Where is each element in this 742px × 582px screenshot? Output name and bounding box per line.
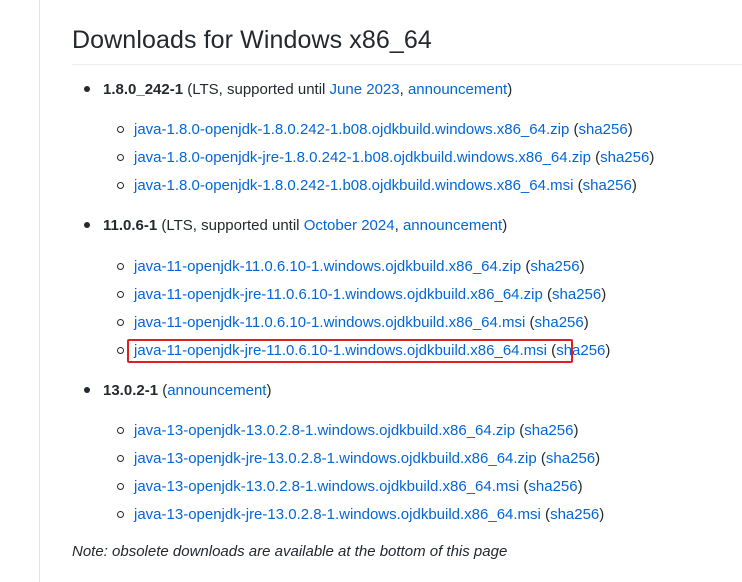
- circle-bullet-icon: [117, 510, 124, 518]
- bullet-icon: [84, 222, 90, 229]
- release-separator: ,: [399, 81, 404, 98]
- circle-bullet-icon: [117, 454, 124, 462]
- release-separator: ,: [394, 217, 399, 234]
- release-suffix: ): [507, 81, 513, 98]
- circle-bullet-icon: [117, 318, 124, 326]
- bullet-icon: [84, 387, 90, 394]
- file-item: java-13-openjdk-13.0.2.8-1.windows.ojdkb…: [117, 476, 583, 498]
- section-heading: Downloads for Windows x86_64: [72, 26, 432, 54]
- file-item: java-1.8.0-openjdk-jre-1.8.0.242-1.b08.o…: [117, 147, 654, 169]
- file-download-link[interactable]: java-13-openjdk-jre-13.0.2.8-1.windows.o…: [134, 506, 541, 523]
- sha256-link[interactable]: sha256: [583, 177, 632, 194]
- bullet-icon: [84, 86, 90, 93]
- sha256-link[interactable]: sha256: [546, 450, 595, 467]
- circle-bullet-icon: [117, 346, 124, 354]
- obsolete-downloads-note: Note: obsolete downloads are available a…: [72, 543, 508, 560]
- circle-bullet-icon: [117, 153, 124, 161]
- release-version: 1.8.0_242-1: [103, 81, 184, 98]
- release-prefix: (LTS, supported until: [161, 217, 304, 234]
- support-link[interactable]: June 2023: [330, 81, 400, 98]
- file-item: java-11-openjdk-jre-11.0.6.10-1.windows.…: [117, 284, 606, 306]
- sha256-link[interactable]: sha256: [524, 422, 573, 439]
- file-item: java-13-openjdk-jre-13.0.2.8-1.windows.o…: [117, 504, 604, 526]
- file-item: java-1.8.0-openjdk-1.8.0.242-1.b08.ojdkb…: [117, 175, 637, 197]
- sha256-link[interactable]: sha256: [578, 121, 627, 138]
- circle-bullet-icon: [117, 181, 124, 189]
- file-download-link-highlighted[interactable]: java-11-openjdk-jre-11.0.6.10-1.windows.…: [134, 342, 547, 359]
- file-download-link[interactable]: java-13-openjdk-13.0.2.8-1.windows.ojdkb…: [134, 422, 515, 439]
- announcement-link[interactable]: announcement: [167, 382, 266, 399]
- file-download-link[interactable]: java-1.8.0-openjdk-jre-1.8.0.242-1.b08.o…: [134, 149, 591, 166]
- support-link[interactable]: October 2024: [304, 217, 395, 234]
- file-download-link[interactable]: java-11-openjdk-11.0.6.10-1.windows.ojdk…: [134, 314, 525, 331]
- circle-bullet-icon: [117, 426, 124, 434]
- release-item-13-0-2: 13.0.2-1 (announcement): [84, 380, 271, 402]
- file-download-link[interactable]: java-13-openjdk-jre-13.0.2.8-1.windows.o…: [134, 450, 537, 467]
- announcement-link[interactable]: announcement: [408, 81, 507, 98]
- file-item-highlighted: java-11-openjdk-jre-11.0.6.10-1.windows.…: [117, 340, 610, 362]
- sha256-link[interactable]: sha256: [535, 314, 584, 331]
- release-item-1-8-0: 1.8.0_242-1 (LTS, supported until June 2…: [84, 79, 512, 101]
- file-item: java-1.8.0-openjdk-1.8.0.242-1.b08.ojdkb…: [117, 119, 633, 141]
- file-download-link[interactable]: java-11-openjdk-jre-11.0.6.10-1.windows.…: [134, 286, 543, 303]
- circle-bullet-icon: [117, 125, 124, 133]
- file-download-link[interactable]: java-13-openjdk-13.0.2.8-1.windows.ojdkb…: [134, 478, 519, 495]
- sha256-link[interactable]: sha256: [556, 342, 605, 359]
- circle-bullet-icon: [117, 262, 124, 270]
- sha256-link[interactable]: sha256: [528, 478, 577, 495]
- sha256-link[interactable]: sha256: [550, 506, 599, 523]
- page-left-border: [39, 0, 40, 582]
- circle-bullet-icon: [117, 482, 124, 490]
- release-suffix: ): [502, 217, 508, 234]
- announcement-link[interactable]: announcement: [403, 217, 502, 234]
- release-version: 11.0.6-1: [103, 217, 158, 234]
- file-item: java-11-openjdk-11.0.6.10-1.windows.ojdk…: [117, 312, 589, 334]
- file-item: java-13-openjdk-jre-13.0.2.8-1.windows.o…: [117, 448, 600, 470]
- file-item: java-13-openjdk-13.0.2.8-1.windows.ojdkb…: [117, 420, 578, 442]
- file-download-link[interactable]: java-1.8.0-openjdk-1.8.0.242-1.b08.ojdkb…: [134, 121, 569, 138]
- release-version: 13.0.2-1: [103, 382, 159, 399]
- circle-bullet-icon: [117, 290, 124, 298]
- sha256-link[interactable]: sha256: [552, 286, 601, 303]
- sha256-link[interactable]: sha256: [600, 149, 649, 166]
- file-download-link[interactable]: java-1.8.0-openjdk-1.8.0.242-1.b08.ojdkb…: [134, 177, 573, 194]
- sha256-link[interactable]: sha256: [530, 258, 579, 275]
- release-prefix: (LTS, supported until: [187, 81, 330, 98]
- file-download-link[interactable]: java-11-openjdk-11.0.6.10-1.windows.ojdk…: [134, 258, 521, 275]
- release-suffix: ): [266, 382, 272, 399]
- heading-divider: [72, 64, 742, 65]
- file-item: java-11-openjdk-11.0.6.10-1.windows.ojdk…: [117, 256, 585, 278]
- release-item-11-0-6: 11.0.6-1 (LTS, supported until October 2…: [84, 215, 507, 237]
